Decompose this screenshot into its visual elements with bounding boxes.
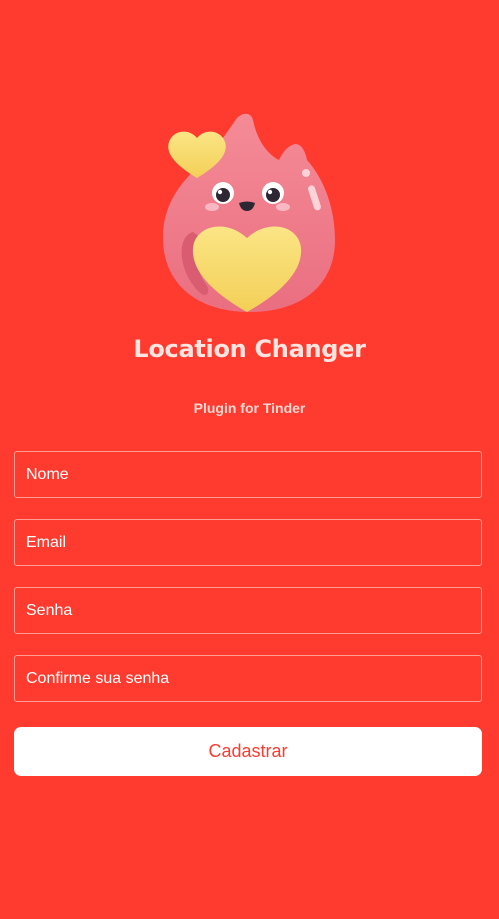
name-field[interactable] (14, 451, 482, 498)
email-field[interactable] (14, 519, 482, 566)
app-subtitle: Plugin for Tinder (193, 400, 306, 416)
register-button[interactable]: Cadastrar (14, 727, 482, 776)
app-title: Location Changer (133, 335, 366, 363)
password-field[interactable] (14, 587, 482, 634)
flame-heart-mascot-icon (155, 110, 345, 320)
confirm-password-field[interactable] (14, 655, 482, 702)
